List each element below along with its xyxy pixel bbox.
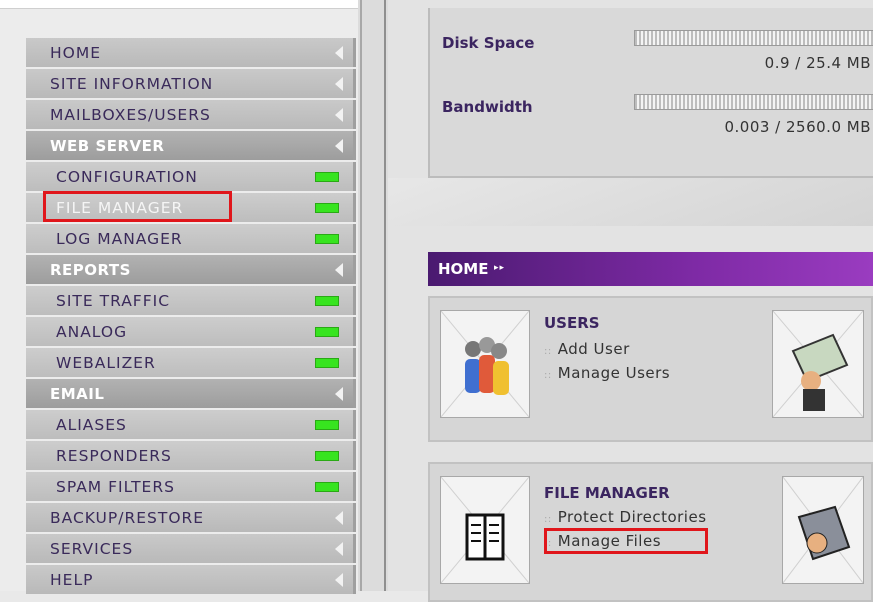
sidebar: HOME SITE INFORMATION MAILBOXES/USERS WEB S… <box>0 0 366 594</box>
sidebar-item-label: LOG MANAGER <box>56 230 183 248</box>
sidebar-item-analog[interactable]: ANALOG <box>26 317 356 346</box>
decorative-backdrop <box>388 178 873 226</box>
sidebar-item-help[interactable]: HELP <box>26 565 356 594</box>
breadcrumb-arrows-icon: ▸▸ <box>494 263 506 273</box>
mail-icon-tile[interactable] <box>772 310 864 418</box>
expand-arrow-icon <box>335 511 343 525</box>
sidebar-item-webalizer[interactable]: WEBALIZER <box>26 348 356 377</box>
bullet-icon: :: <box>544 346 552 357</box>
highlight-box-manage-files <box>544 528 708 554</box>
disk-space-label: Disk Space <box>442 34 535 52</box>
sidebar-item-label: SPAM FILTERS <box>56 478 175 496</box>
add-user-link[interactable]: :: Add User <box>544 340 630 358</box>
sidebar-item-label: WEBALIZER <box>56 354 156 372</box>
sidebar-item-label: SITE TRAFFIC <box>56 292 171 310</box>
sidebar-nav: HOME SITE INFORMATION MAILBOXES/USERS WEB S… <box>26 38 356 596</box>
sidebar-item-label: MAILBOXES/USERS <box>50 106 211 124</box>
sidebar-item-label: CONFIGURATION <box>56 168 198 186</box>
status-led-icon <box>315 327 339 337</box>
manage-users-label: Manage Users <box>557 364 671 382</box>
sidebar-item-label: REPORTS <box>50 261 131 279</box>
mail-user-icon <box>772 310 864 418</box>
sidebar-item-label: BACKUP/RESTORE <box>50 509 205 527</box>
bullet-icon: :: <box>544 514 552 525</box>
status-led-icon <box>315 358 339 368</box>
add-user-label: Add User <box>557 340 630 358</box>
sidebar-item-site-traffic[interactable]: SITE TRAFFIC <box>26 286 356 315</box>
sidebar-item-label: ALIASES <box>56 416 127 434</box>
folder-edit-icon-tile[interactable] <box>782 476 864 584</box>
frame-divider[interactable] <box>358 0 388 591</box>
sidebar-item-backup-restore[interactable]: BACKUP/RESTORE <box>26 503 356 532</box>
status-led-icon <box>315 296 339 306</box>
sidebar-item-spam-filters[interactable]: SPAM FILTERS <box>26 472 356 501</box>
folder-edit-icon <box>782 476 864 584</box>
status-led-icon <box>315 172 339 182</box>
users-panel: USERS :: Add User :: Manage Users <box>428 296 873 442</box>
expand-arrow-icon <box>335 263 343 277</box>
usage-stats-panel: Disk Space 0.9 / 25.4 MB Bandwidth 0.003… <box>428 8 873 178</box>
file-manager-icon <box>440 476 530 584</box>
bandwidth-bar <box>634 94 873 110</box>
section-header-title: HOME <box>438 260 489 278</box>
sidebar-item-aliases[interactable]: ALIASES <box>26 410 356 439</box>
divider-line-left <box>360 0 362 591</box>
expand-arrow-icon <box>335 542 343 556</box>
file-manager-panel: FILE MANAGER :: Protect Directories :: Man… <box>428 462 873 602</box>
highlight-box-file-manager <box>43 191 232 222</box>
protect-directories-label: Protect Directories <box>557 508 707 526</box>
sidebar-item-file-manager[interactable]: FILE MANAGER <box>26 191 356 222</box>
sidebar-item-label: ANALOG <box>56 323 128 341</box>
disk-space-value: 0.9 / 25.4 MB <box>764 54 871 72</box>
sidebar-item-label: HELP <box>50 571 94 589</box>
status-led-icon <box>315 234 339 244</box>
expand-arrow-icon <box>335 108 343 122</box>
expand-arrow-icon <box>335 573 343 587</box>
sidebar-item-log-manager[interactable]: LOG MANAGER <box>26 224 356 253</box>
sidebar-item-mailboxes-users[interactable]: MAILBOXES/USERS <box>26 100 356 129</box>
bullet-icon: :: <box>544 370 552 381</box>
sidebar-item-label: SITE INFORMATION <box>50 75 214 93</box>
expand-arrow-icon <box>335 46 343 60</box>
sidebar-item-site-information[interactable]: SITE INFORMATION <box>26 69 356 98</box>
section-header-home: HOME ▸▸ <box>428 252 873 286</box>
sidebar-item-home[interactable]: HOME <box>26 38 356 67</box>
divider-line-right <box>384 0 386 591</box>
sidebar-item-web-server[interactable]: WEB SERVER <box>26 131 356 160</box>
sidebar-item-label: SERVICES <box>50 540 134 558</box>
file-manager-title[interactable]: FILE MANAGER <box>544 484 670 502</box>
expand-arrow-icon <box>335 77 343 91</box>
bandwidth-label: Bandwidth <box>442 98 533 116</box>
status-led-icon <box>315 451 339 461</box>
users-icon <box>440 310 530 418</box>
manage-users-link[interactable]: :: Manage Users <box>544 364 670 382</box>
file-manager-icon-tile[interactable] <box>440 476 530 584</box>
sidebar-item-reports[interactable]: REPORTS <box>26 255 356 284</box>
bandwidth-value: 0.003 / 2560.0 MB <box>724 118 871 136</box>
sidebar-item-label: RESPONDERS <box>56 447 172 465</box>
users-title[interactable]: USERS <box>544 314 600 332</box>
sidebar-item-responders[interactable]: RESPONDERS <box>26 441 356 470</box>
sidebar-item-label: HOME <box>50 44 102 62</box>
status-led-icon <box>315 203 339 213</box>
sidebar-item-label: WEB SERVER <box>50 137 165 155</box>
users-icon-tile[interactable] <box>440 310 530 418</box>
protect-directories-link[interactable]: :: Protect Directories <box>544 508 707 526</box>
expand-arrow-icon <box>335 387 343 401</box>
main-content: Disk Space 0.9 / 25.4 MB Bandwidth 0.003… <box>388 0 873 602</box>
sidebar-item-configuration[interactable]: CONFIGURATION <box>26 162 356 191</box>
sidebar-item-email[interactable]: EMAIL <box>26 379 356 408</box>
sidebar-item-services[interactable]: SERVICES <box>26 534 356 563</box>
disk-space-bar <box>634 30 873 46</box>
status-led-icon <box>315 420 339 430</box>
sidebar-top-strip <box>0 0 366 9</box>
sidebar-item-label: EMAIL <box>50 385 105 403</box>
expand-arrow-icon <box>335 139 343 153</box>
status-led-icon <box>315 482 339 492</box>
